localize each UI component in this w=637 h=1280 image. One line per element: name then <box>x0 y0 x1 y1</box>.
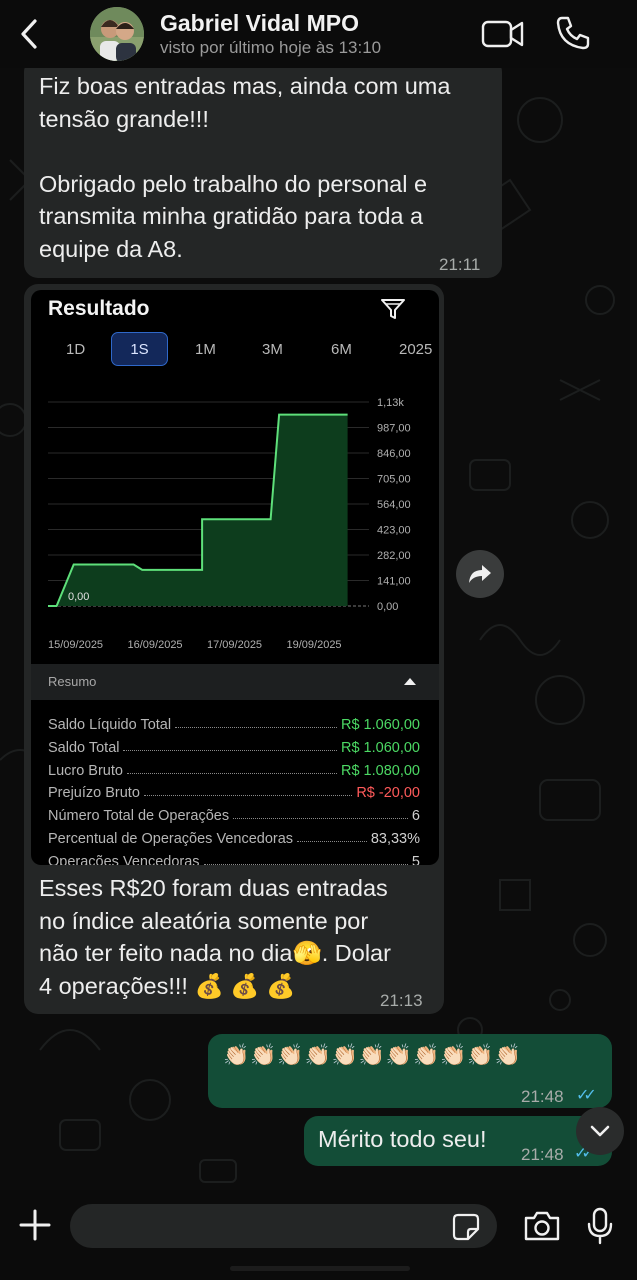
x-tick-label: 16/09/2025 <box>128 639 183 651</box>
summary-row: Percentual de Operações Vencedoras 83,33% <box>48 825 420 847</box>
dotted-leader <box>123 749 337 751</box>
period-tab-1d: 1D <box>66 341 86 358</box>
summary-row-value: 83,33% <box>370 831 420 847</box>
voice-call-button[interactable] <box>554 14 592 52</box>
x-tick-label: 17/09/2025 <box>207 639 262 651</box>
period-tab-1m: 1M <box>195 341 216 358</box>
period-tab-1s: 1S <box>111 332 168 366</box>
message-text: Fiz boas entradas mas, ainda com uma ten… <box>39 73 451 262</box>
camera-icon <box>524 1211 560 1241</box>
plus-icon <box>19 1209 51 1241</box>
message-time: 21:11 <box>439 255 481 274</box>
summary-row: Saldo Total R$ 1.060,00 <box>48 734 420 756</box>
summary-row-label: Saldo Total <box>48 739 120 756</box>
y-tick-label: 282,00 <box>377 550 411 562</box>
attach-button[interactable] <box>18 1208 52 1242</box>
period-tab-3m: 3M <box>262 341 283 358</box>
start-value-label: 0,00 <box>68 591 89 603</box>
message-bubble-outgoing[interactable]: 👏🏻👏🏻👏🏻👏🏻👏🏻👏🏻👏🏻👏🏻👏🏻👏🏻👏🏻 21:48 ✓✓ <box>208 1034 612 1108</box>
summary-row-value: R$ -20,00 <box>356 785 420 802</box>
summary-row: Saldo Líquido Total R$ 1.060,00 <box>48 711 420 733</box>
y-tick-label: 705,00 <box>377 474 411 486</box>
summary-row-value: R$ 1.060,00 <box>340 739 420 756</box>
last-seen-status: visto por último hoje às 13:10 <box>160 38 382 57</box>
message-time: 21:48 <box>521 1145 564 1164</box>
summary-row-label: Número Total de Operações <box>48 808 230 825</box>
summary-row-label: Lucro Bruto <box>48 762 123 779</box>
x-tick-label: 15/09/2025 <box>48 639 103 651</box>
camera-button[interactable] <box>523 1210 561 1242</box>
summary-row-label: Percentual de Operações Vencedoras <box>48 831 294 847</box>
back-button[interactable] <box>14 16 44 52</box>
caret-up-icon <box>404 678 416 685</box>
period-tab-2025: 2025 <box>399 341 433 358</box>
image-caption: Esses R$20 foram duas entradas no índice… <box>24 866 444 1014</box>
y-tick-label: 1,13k <box>377 397 404 409</box>
summary-row-value: R$ 1.060,00 <box>340 717 420 733</box>
result-line-chart: 1,13k 987,00 846,00 705,00 564,00 423,00 282,0… <box>48 397 411 651</box>
period-tab-6m: 6M <box>331 341 352 358</box>
series-area <box>48 414 348 606</box>
y-tick-label: 564,00 <box>377 499 411 511</box>
sticker-button[interactable] <box>452 1213 480 1241</box>
dotted-leader <box>233 818 408 820</box>
sticker-icon <box>452 1213 480 1241</box>
video-camera-icon <box>481 20 524 48</box>
dotted-leader <box>297 841 367 842</box>
summary-row: Prejuízo Bruto R$ -20,00 <box>48 779 420 801</box>
message-bubble-incoming[interactable]: Fiz boas entradas mas, ainda com uma ten… <box>24 58 502 278</box>
video-call-button[interactable] <box>480 16 526 52</box>
summary-row-label: Operações Vencedoras <box>48 853 200 865</box>
caption-text: Esses R$20 foram duas entradas no índice… <box>39 875 391 999</box>
avatar[interactable] <box>90 7 144 61</box>
dotted-leader <box>126 772 337 774</box>
contact-name[interactable]: Gabriel Vidal MPO <box>160 10 359 37</box>
y-tick-label: 141,00 <box>377 576 411 588</box>
forward-button[interactable] <box>456 550 504 598</box>
summary-row-label: Saldo Líquido Total <box>48 717 172 733</box>
scroll-to-bottom-button[interactable] <box>576 1107 624 1155</box>
microphone-button[interactable] <box>586 1207 614 1245</box>
filter-icon <box>381 298 405 320</box>
message-text: Mérito todo seu! <box>318 1126 487 1152</box>
x-tick-label: 19/09/2025 <box>287 639 342 651</box>
message-text: 👏🏻👏🏻👏🏻👏🏻👏🏻👏🏻👏🏻👏🏻👏🏻👏🏻👏🏻 <box>223 1044 522 1067</box>
phone-icon <box>556 16 590 50</box>
dotted-leader <box>143 795 353 797</box>
summary-label: Resumo <box>48 674 97 689</box>
y-tick-label: 987,00 <box>377 423 411 435</box>
message-input[interactable] <box>70 1204 497 1248</box>
result-screenshot-image[interactable]: Resultado 1D 1S 1M 3M 6M 2025 1,13k 987,0… <box>31 290 439 865</box>
microphone-icon <box>587 1207 613 1245</box>
read-receipt-icon: ✓✓ <box>576 1087 597 1104</box>
summary-row-label: Prejuízo Bruto <box>48 785 140 802</box>
y-tick-label: 846,00 <box>377 448 411 460</box>
dotted-leader <box>175 727 337 728</box>
chat-header: Gabriel Vidal MPO visto por último hoje … <box>0 0 637 68</box>
y-tick-label: 0,00 <box>377 601 398 613</box>
chevron-left-icon <box>21 19 37 49</box>
result-title: Resultado <box>48 297 150 320</box>
summary-row-value: R$ 1.080,00 <box>340 762 420 779</box>
forward-arrow-icon <box>469 565 491 583</box>
summary-row: Lucro Bruto R$ 1.080,00 <box>48 757 420 779</box>
chevron-down-icon <box>590 1125 610 1137</box>
summary-row: Número Total de Operações 6 <box>48 802 420 824</box>
summary-row-value: 5 <box>411 853 420 865</box>
dotted-leader <box>203 863 408 865</box>
home-indicator <box>230 1266 410 1271</box>
message-time: 21:48 <box>521 1087 564 1106</box>
summary-header: Resumo <box>31 664 439 700</box>
message-bubble-outgoing[interactable]: Mérito todo seu! 21:48 ✓✓ <box>304 1116 612 1166</box>
y-tick-label: 423,00 <box>377 525 411 537</box>
summary-row: Operações Vencedoras 5 <box>48 848 420 865</box>
summary-row-value: 6 <box>411 808 420 825</box>
message-time: 21:13 <box>380 991 423 1010</box>
